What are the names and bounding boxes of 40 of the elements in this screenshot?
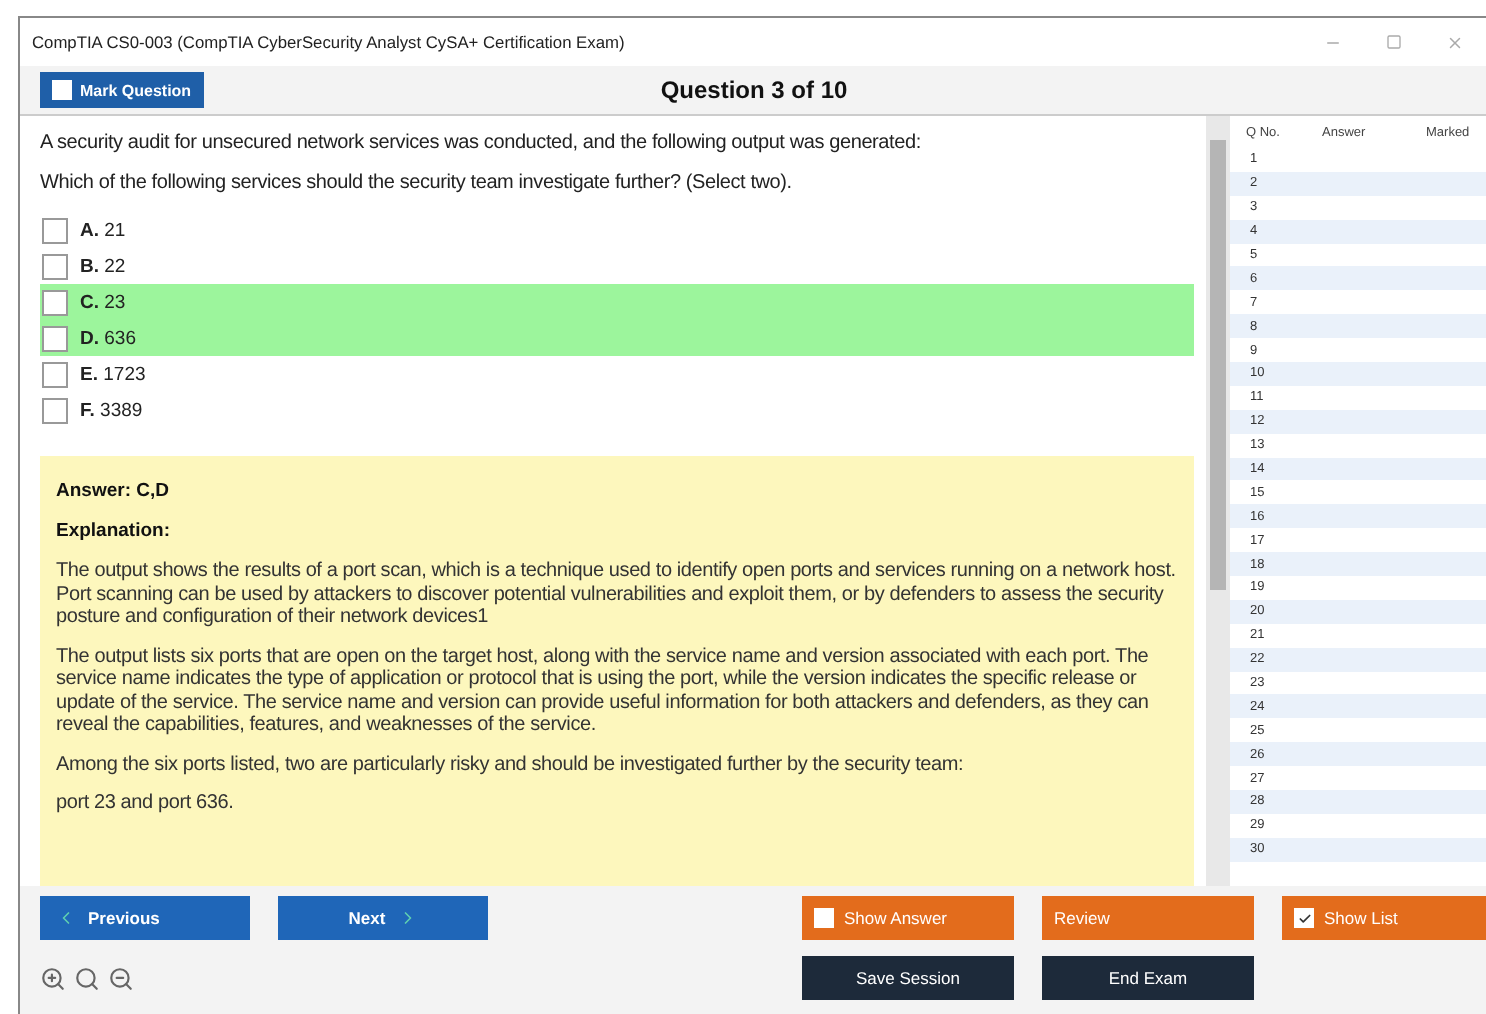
correct-option-row[interactable]: D. 636 xyxy=(40,320,1194,356)
session-button[interactable]: Save Session xyxy=(802,956,1014,1000)
session-button[interactable]: End Exam xyxy=(1042,956,1254,1000)
option-row[interactable]: B. 22 xyxy=(40,248,1194,284)
explanation-text: The output lists six ports that are open on the target host, along with the service name and version associated with each port. The service name indicates the type of application or protocol that is using the port, while the version indicates the specific release or update of the service. The service name and version can provide useful information for both attackers and defenders, as they can reveal the capabilities, features, and weaknesses of the service. xyxy=(56,645,1151,737)
search-icon[interactable] xyxy=(74,965,100,991)
option-row[interactable]: A. 21 xyxy=(40,212,1194,248)
correct-option-row[interactable]: C. 23 xyxy=(40,284,1194,320)
checkbox[interactable] xyxy=(42,361,68,387)
option-label: A. 21 xyxy=(80,219,126,241)
scrollbar[interactable] xyxy=(1206,116,1230,886)
scrollbar-thumb[interactable] xyxy=(1210,140,1226,590)
previous-button[interactable]: Previous xyxy=(40,896,250,940)
option-label: D. 636 xyxy=(80,327,136,349)
option-row[interactable]: E. 1723 xyxy=(40,356,1194,392)
explanation-label: Explanation: xyxy=(56,520,173,542)
next-button[interactable]: Next xyxy=(278,896,488,940)
answer-title: Answer: C,D xyxy=(56,480,171,502)
zoom-out-icon[interactable] xyxy=(108,965,134,991)
question-text: A security audit for unsecured network services was conducted, and the following output was generated: xyxy=(40,132,923,154)
option-label: C. 23 xyxy=(80,291,126,313)
option-row[interactable]: F. 3389 xyxy=(40,392,1194,428)
checkbox[interactable] xyxy=(42,217,68,243)
explanation-text: The output shows the results of a port scan, which is a technique used to identify open ports and services running on a network host. Port scanning can be used by attackers to discover potential vulnerabilities and exploit them, or by defenders to assess the security posture and configuration of their network devices1 xyxy=(56,560,1178,629)
explanation-text: port 23 and port 636. xyxy=(56,792,236,815)
question-heading: Question 3 of 10 xyxy=(660,76,848,104)
explanation-text: Among the six ports listed, two are particularly risky and should be investigated further by the security team: xyxy=(56,753,966,776)
window-title: CompTIA CS0-003 (CompTIA CyberSecurity Analyst CySA+ Certification Exam) xyxy=(32,32,625,52)
option-label: B. 22 xyxy=(80,255,126,277)
zoom-in-icon[interactable] xyxy=(40,965,66,991)
mark-question-button[interactable]: Mark Question xyxy=(40,72,204,108)
checkbox[interactable] xyxy=(42,397,68,423)
close-icon[interactable] xyxy=(1446,33,1464,51)
checkbox[interactable] xyxy=(42,289,68,315)
checkbox[interactable] xyxy=(42,253,68,279)
question-text: Which of the following services should the security team investigate further? (Select two). xyxy=(40,172,794,194)
option-label: F. 3389 xyxy=(80,399,143,421)
option-label: E. 1723 xyxy=(80,363,146,385)
checkbox[interactable] xyxy=(42,325,68,351)
maximize-icon[interactable] xyxy=(1386,33,1402,49)
